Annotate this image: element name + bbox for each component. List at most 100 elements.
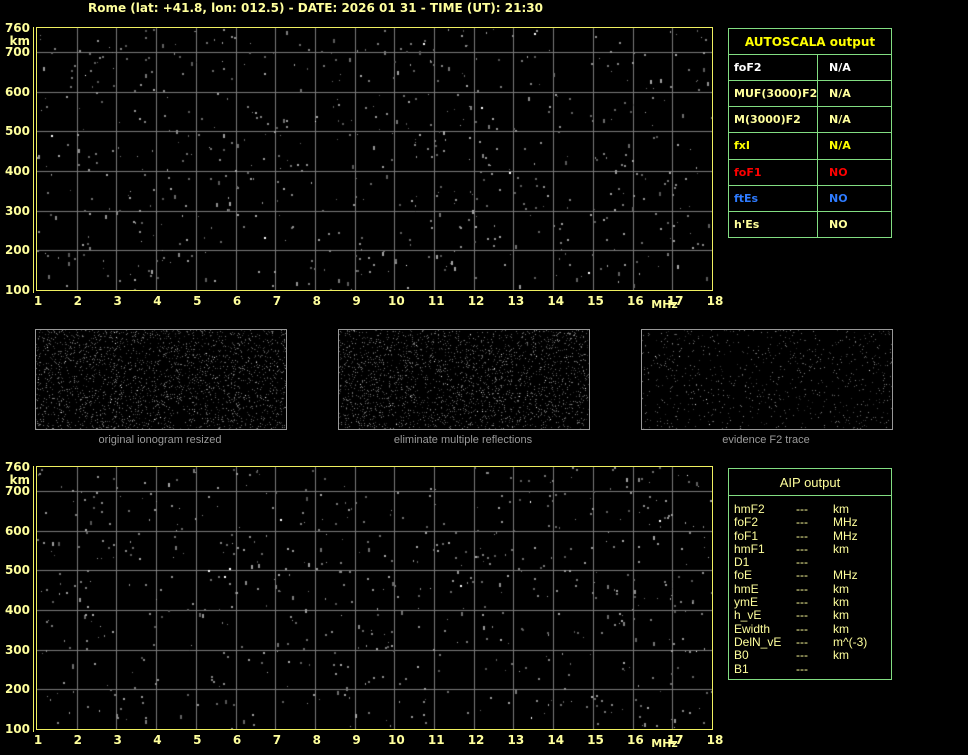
aip-table-row: hmE --- km [729,581,891,596]
aip-table-row: DelN_vE --- m^(-3) [729,634,891,649]
x-tick-label: 15 [587,733,604,747]
y-tick-label: 400 [4,602,30,617]
parameter-value: NO [829,217,848,231]
x-tick-label: 10 [388,294,405,308]
parameter-value: --- [796,621,808,636]
parameter-value: N/A [829,87,851,101]
ionogram-plot-top [33,27,713,293]
x-tick-label: 4 [153,733,162,747]
parameter-unit: MHz [833,528,858,543]
y-tick-label: 600 [4,84,30,99]
y-tick-label: 400 [4,163,30,178]
x-tick-label: 14 [547,294,565,308]
y-tick-label: 500 [4,563,30,578]
autoscala-table-row: foF1 NO [729,159,891,186]
x-tick-label: 18 [706,294,724,308]
parameter-value: --- [796,581,808,596]
parameter-label: h'Es [729,211,818,237]
aip-output-table: AIP output hmF2 --- km foF2 --- MHz foF1 --- MHz… [728,468,892,680]
parameter-unit: km [833,621,849,636]
y-axis-line [33,466,34,732]
aip-table-row: foF1 --- MHz [729,528,891,543]
aip-table-row: Ewidth --- km [729,621,891,636]
x-tick-label: 6 [232,733,242,747]
autoscala-table-row: fxI N/A [729,133,891,160]
thumbnail-caption: original ionogram resized [98,434,222,446]
x-tick-label: 12 [467,294,485,308]
thumbnail-canvas [642,330,892,429]
parameter-unit: km [833,595,849,610]
parameter-unit: km [833,608,849,623]
y-axis-unit-label: km [9,473,30,487]
aip-table-row: D1 --- [729,555,891,570]
x-tick-label: 9 [352,294,361,308]
parameter-value: --- [796,661,808,676]
processing-thumbnail [641,329,893,430]
parameter-value: N/A [829,113,851,127]
parameter-value: --- [796,528,808,543]
ionogram-plot-bottom [33,466,713,732]
aip-table-rows: hmF2 --- km foF2 --- MHz foF1 --- MHz hmF1 --- km D1… [729,496,891,676]
parameter-value: --- [796,595,808,610]
y-axis-unit-label: km [9,34,30,48]
x-tick-label: 12 [467,733,485,747]
ionogram-canvas-top [37,28,712,290]
y-tick-label: 200 [4,243,30,258]
aip-table-row: B0 --- km [729,648,891,663]
parameter-value: N/A [829,139,851,153]
x-tick-label: 7 [272,294,282,308]
processing-thumbnail [338,329,590,430]
x-tick-label: 11 [427,294,445,308]
station-title: Rome (lat: +41.8, lon: 012.5) - DATE: 20… [88,1,543,15]
x-tick-label: 7 [272,733,282,747]
parameter-unit: MHz [833,568,858,583]
processing-thumbnail [35,329,287,430]
parameter-label: fxI [729,133,818,159]
parameter-label: foF2 [729,55,818,81]
aip-table-row: foE --- MHz [729,568,891,583]
x-tick-label: 18 [706,733,724,747]
y-tick-label: 500 [4,124,30,139]
parameter-label: h_vE [734,608,762,623]
thumbnail-caption: evidence F2 trace [722,434,810,446]
parameter-label: B0 [734,648,749,663]
x-tick-label: 8 [312,733,321,747]
parameter-unit: km [833,541,849,556]
aip-table-row: B1 --- [729,661,891,676]
parameter-label: DelN_vE [734,634,782,649]
parameter-value: --- [796,555,808,570]
x-tick-label: 13 [507,294,525,308]
autoscala-table-row: foF2 N/A [729,55,891,82]
parameter-label: Ewidth [734,621,771,636]
parameter-value: N/A [829,61,851,75]
parameter-unit: km [833,502,849,516]
parameter-value: NO [829,165,848,179]
parameter-label: foF2 [734,515,759,530]
y-tick-label: 200 [4,682,30,697]
parameter-label: MUF(3000)F2 [729,81,818,107]
parameter-unit: km [833,648,849,663]
x-tick-label: 2 [73,733,82,747]
x-tick-label: 6 [232,294,242,308]
ionogram-canvas-bottom [37,467,712,729]
parameter-value: --- [796,634,808,649]
parameter-unit: m^(-3) [833,634,868,649]
autoscala-table-row: ftEs NO [729,185,891,212]
x-tick-label: 9 [352,733,361,747]
x-tick-label: 11 [427,733,445,747]
parameter-label: ftEs [729,185,818,211]
parameter-unit: MHz [833,515,858,530]
parameter-label: M(3000)F2 [729,107,818,133]
autoscala-table-row: h'Es NO [729,211,891,237]
autoscala-output-table: AUTOSCALA output foF2 N/A MUF(3000)F2 N/A M(… [728,28,892,238]
thumbnail-canvas [339,330,589,429]
parameter-unit: km [833,581,849,596]
parameter-label: foE [734,568,753,583]
autoscala-table-row: M(3000)F2 N/A [729,107,891,134]
parameter-value: --- [796,608,808,623]
x-axis-unit-label: MHz [651,737,678,750]
parameter-label: foF1 [729,159,818,185]
x-tick-label: 10 [388,733,405,747]
parameter-label: hmF1 [734,541,765,556]
parameter-value: --- [796,568,808,583]
